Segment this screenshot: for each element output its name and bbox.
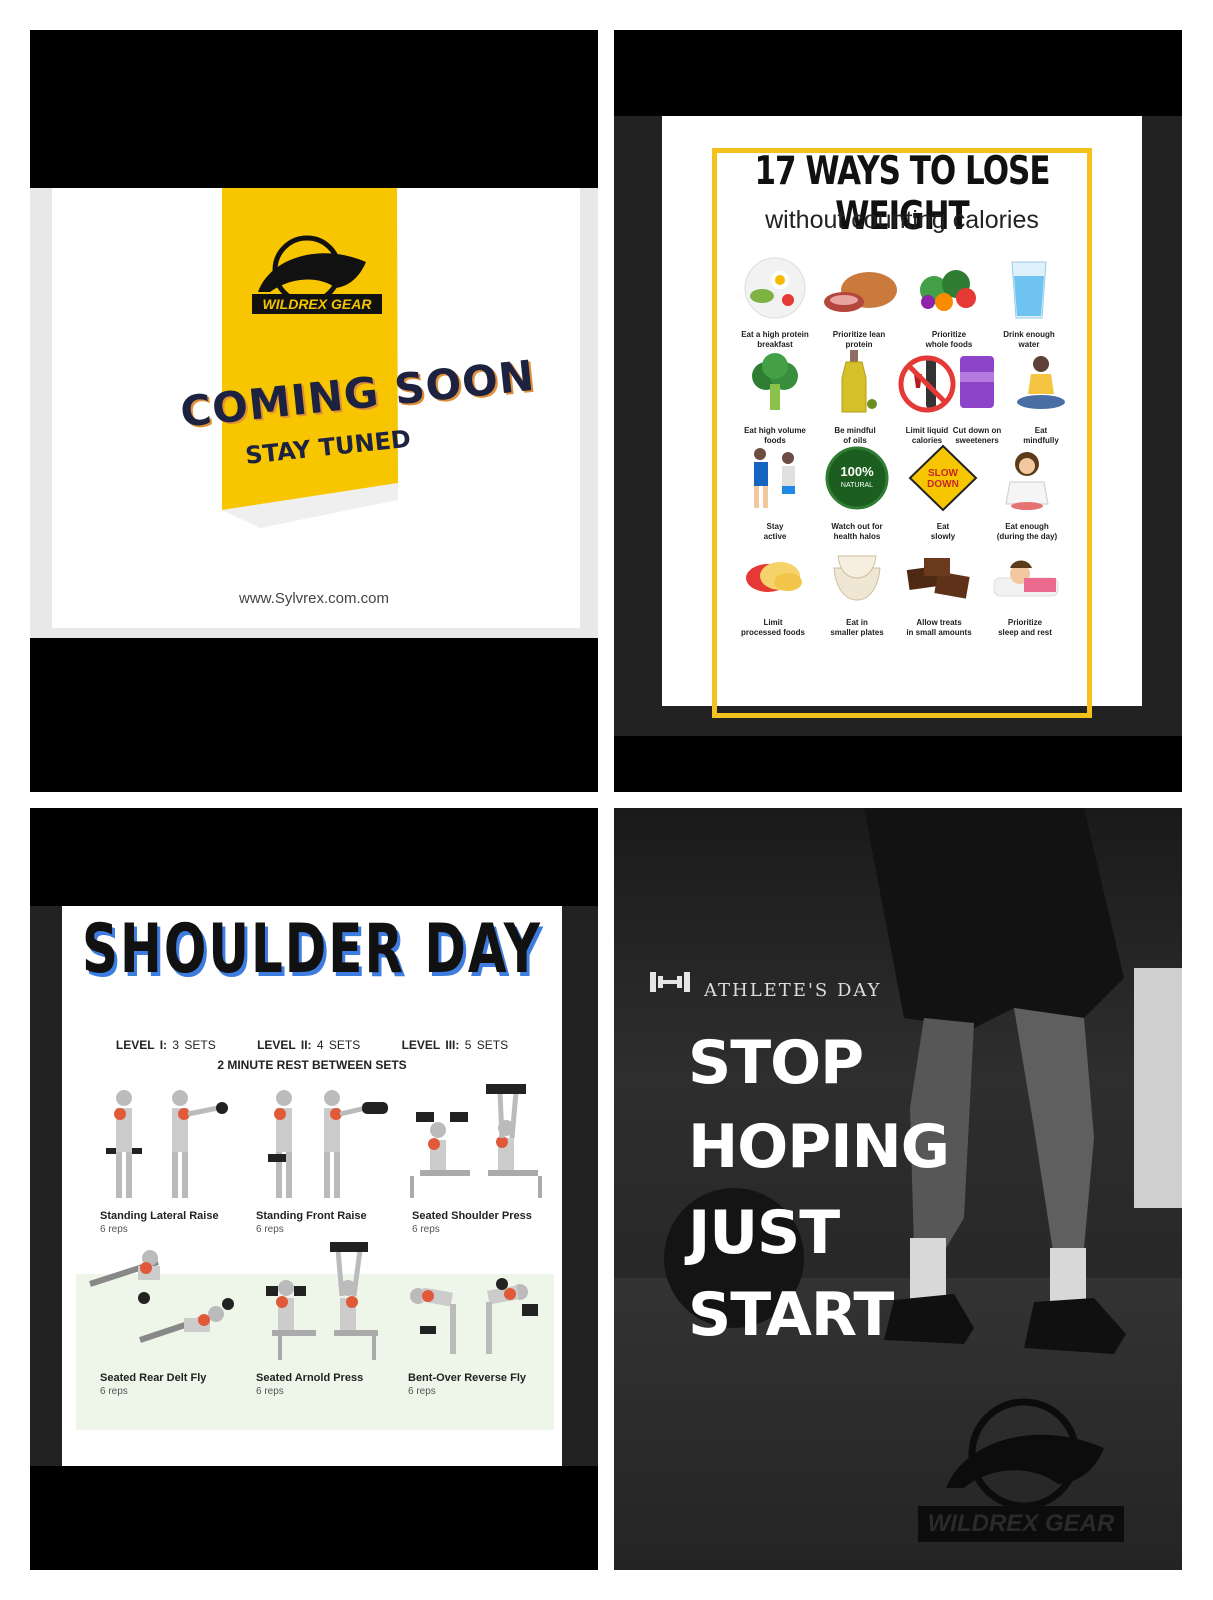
tip-item: Prioritize lean protein xyxy=(814,250,904,360)
rear-delt-fly-figure-icon xyxy=(89,1250,234,1343)
tip-label: Eat in smaller plates xyxy=(830,618,884,637)
svg-text:DOWN: DOWN xyxy=(927,479,959,490)
exercise-name: Standing Lateral Raise xyxy=(100,1210,219,1222)
tip-item: Prioritize whole foods xyxy=(904,250,994,360)
level-item: LEVEL III: 5 SETS xyxy=(401,1038,509,1052)
broccoli-icon xyxy=(752,353,798,410)
tip-item: Prioritize sleep and rest xyxy=(980,538,1070,648)
headline-line: HOPING xyxy=(688,1112,950,1182)
level-item: LEVEL I: 3 SETS xyxy=(115,1038,216,1052)
lateral-raise-figure-icon xyxy=(106,1090,228,1198)
exercise-reps: 6 reps xyxy=(412,1224,440,1235)
level-list: LEVEL I: 3 SETS LEVEL II: 4 SETS LEVEL I… xyxy=(62,1038,562,1052)
meat-icon xyxy=(824,272,897,312)
headline-line: JUST xyxy=(688,1198,840,1268)
sleeping-icon xyxy=(993,560,1059,597)
exercise-reps: 6 reps xyxy=(256,1386,284,1397)
chips-icon xyxy=(746,562,802,592)
wildrex-logo-icon xyxy=(946,1398,1104,1508)
weight-loss-panel: 17 WAYS TO LOSE WEIGHT without counting … xyxy=(614,30,1182,792)
tip-item: 100% NATURAL Watch out for health halos xyxy=(812,442,902,552)
exercise-reps: 6 reps xyxy=(408,1386,436,1397)
reverse-fly-figure-icon xyxy=(410,1278,538,1354)
natural-badge-icon: 100% NATURAL xyxy=(825,446,889,510)
level-item: LEVEL II: 4 SETS xyxy=(257,1038,361,1052)
exercise-name: Standing Front Raise xyxy=(256,1210,367,1222)
water-glass-icon xyxy=(1011,261,1047,319)
bowls-icon xyxy=(833,555,881,601)
shoulder-day-panel: SHOULDER DAY LEVEL I: 3 SETS LEVEL II: 4… xyxy=(30,808,598,1570)
tip-item: Eat a high protein breakfast xyxy=(730,250,820,360)
motivation-panel: ATHLETE'S DAY STOP HOPING JUST START WIL… xyxy=(614,808,1182,1570)
exercise-name: Seated Arnold Press xyxy=(256,1372,364,1384)
chocolate-icon xyxy=(906,558,970,599)
plate-icon xyxy=(744,257,806,319)
headline-line: START xyxy=(688,1280,894,1350)
tip-item: Drink enough water xyxy=(984,250,1074,360)
dumbbell-icon xyxy=(650,972,690,992)
svg-text:100%: 100% xyxy=(840,464,874,479)
vegetables-icon xyxy=(920,270,976,311)
exercise-reps: 6 reps xyxy=(256,1224,284,1235)
athletes-day-tag: ATHLETE'S DAY xyxy=(704,980,882,1001)
tip-item: Eat high volume foods xyxy=(730,346,820,456)
poster-subtitle: without counting calories xyxy=(765,206,1039,234)
tip-label: Prioritize sleep and rest xyxy=(998,618,1052,637)
runners-icon xyxy=(754,448,795,508)
tip-label: Allow treats in small amounts xyxy=(906,618,972,637)
poster-title: SHOULDER DAY xyxy=(81,909,542,989)
arnold-press-figure-icon xyxy=(266,1242,378,1360)
tip-item: Eat in smaller plates xyxy=(812,538,902,648)
headline-line: STOP xyxy=(688,1028,864,1098)
tip-item: Limit processed foods xyxy=(728,538,818,648)
front-raise-figure-icon xyxy=(268,1090,388,1198)
coming-soon-panel: WILDREX GEAR COMING SOON STAY TUNED www.… xyxy=(30,30,598,792)
svg-text:NATURAL: NATURAL xyxy=(841,482,873,489)
tip-item: Eat mindfully xyxy=(996,346,1086,456)
woman-eating-icon xyxy=(1005,452,1049,510)
brand-label: WILDREX GEAR xyxy=(918,1506,1124,1542)
meditation-icon xyxy=(1017,356,1065,409)
exercise-reps: 6 reps xyxy=(100,1224,128,1235)
rest-note: 2 MINUTE REST BETWEEN SETS xyxy=(217,1058,407,1072)
website-link[interactable]: www.Sylvrex.com.com xyxy=(30,590,598,607)
brand-label: WILDREX GEAR xyxy=(252,294,382,314)
tip-item: Stay active xyxy=(730,442,820,552)
tip-item: SLOW DOWN Eat slowly xyxy=(898,442,988,552)
tip-label: Limit processed foods xyxy=(740,618,805,637)
slow-down-sign-icon: SLOW DOWN xyxy=(908,444,978,512)
tip-item: Allow treats in small amounts xyxy=(894,538,984,648)
tip-item: Eat enough (during the day) xyxy=(982,442,1072,552)
exercise-name: Seated Rear Delt Fly xyxy=(100,1372,207,1384)
svg-text:SLOW: SLOW xyxy=(928,468,959,479)
exercise-name: Bent-Over Reverse Fly xyxy=(408,1372,526,1384)
shoulder-press-figure-icon xyxy=(410,1084,542,1198)
exercise-name: Seated Shoulder Press xyxy=(412,1210,532,1222)
exercise-reps: 6 reps xyxy=(100,1386,128,1397)
